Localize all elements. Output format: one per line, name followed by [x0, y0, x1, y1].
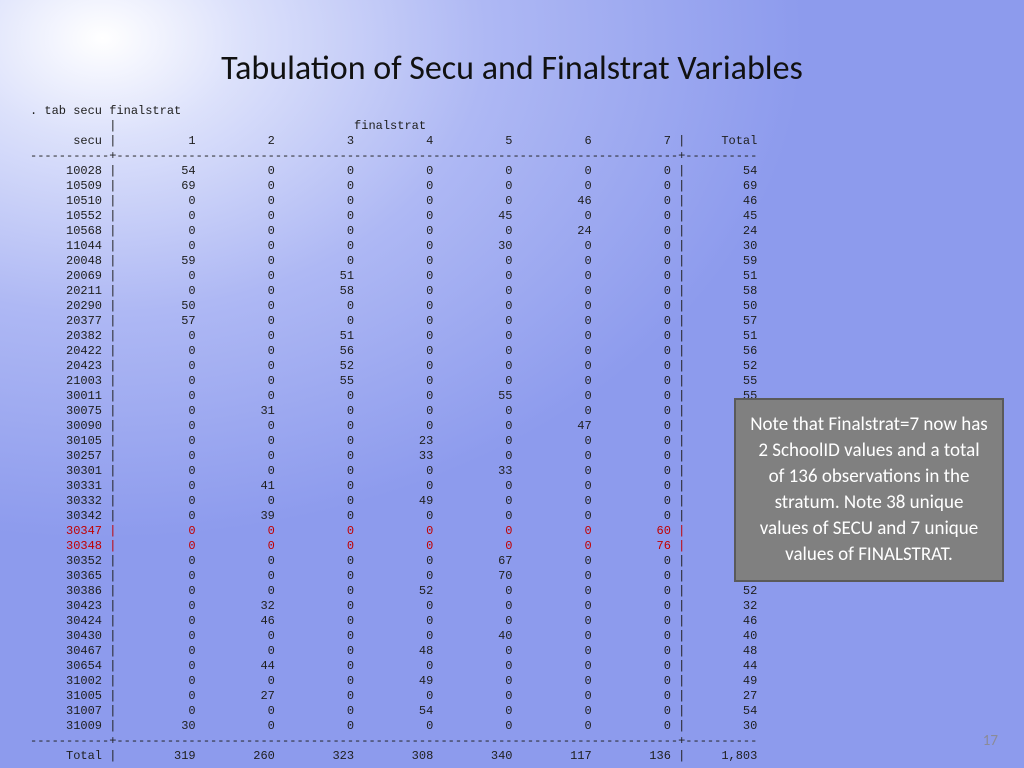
stata-tab-output: . tab secu finalstrat | finalstrat secu … [30, 104, 757, 764]
slide: Tabulation of Secu and Finalstrat Variab… [0, 0, 1024, 768]
slide-title: Tabulation of Secu and Finalstrat Variab… [0, 48, 1024, 89]
note-callout: Note that Finalstrat=7 now has 2 SchoolI… [734, 398, 1004, 582]
page-number: 17 [983, 732, 998, 750]
